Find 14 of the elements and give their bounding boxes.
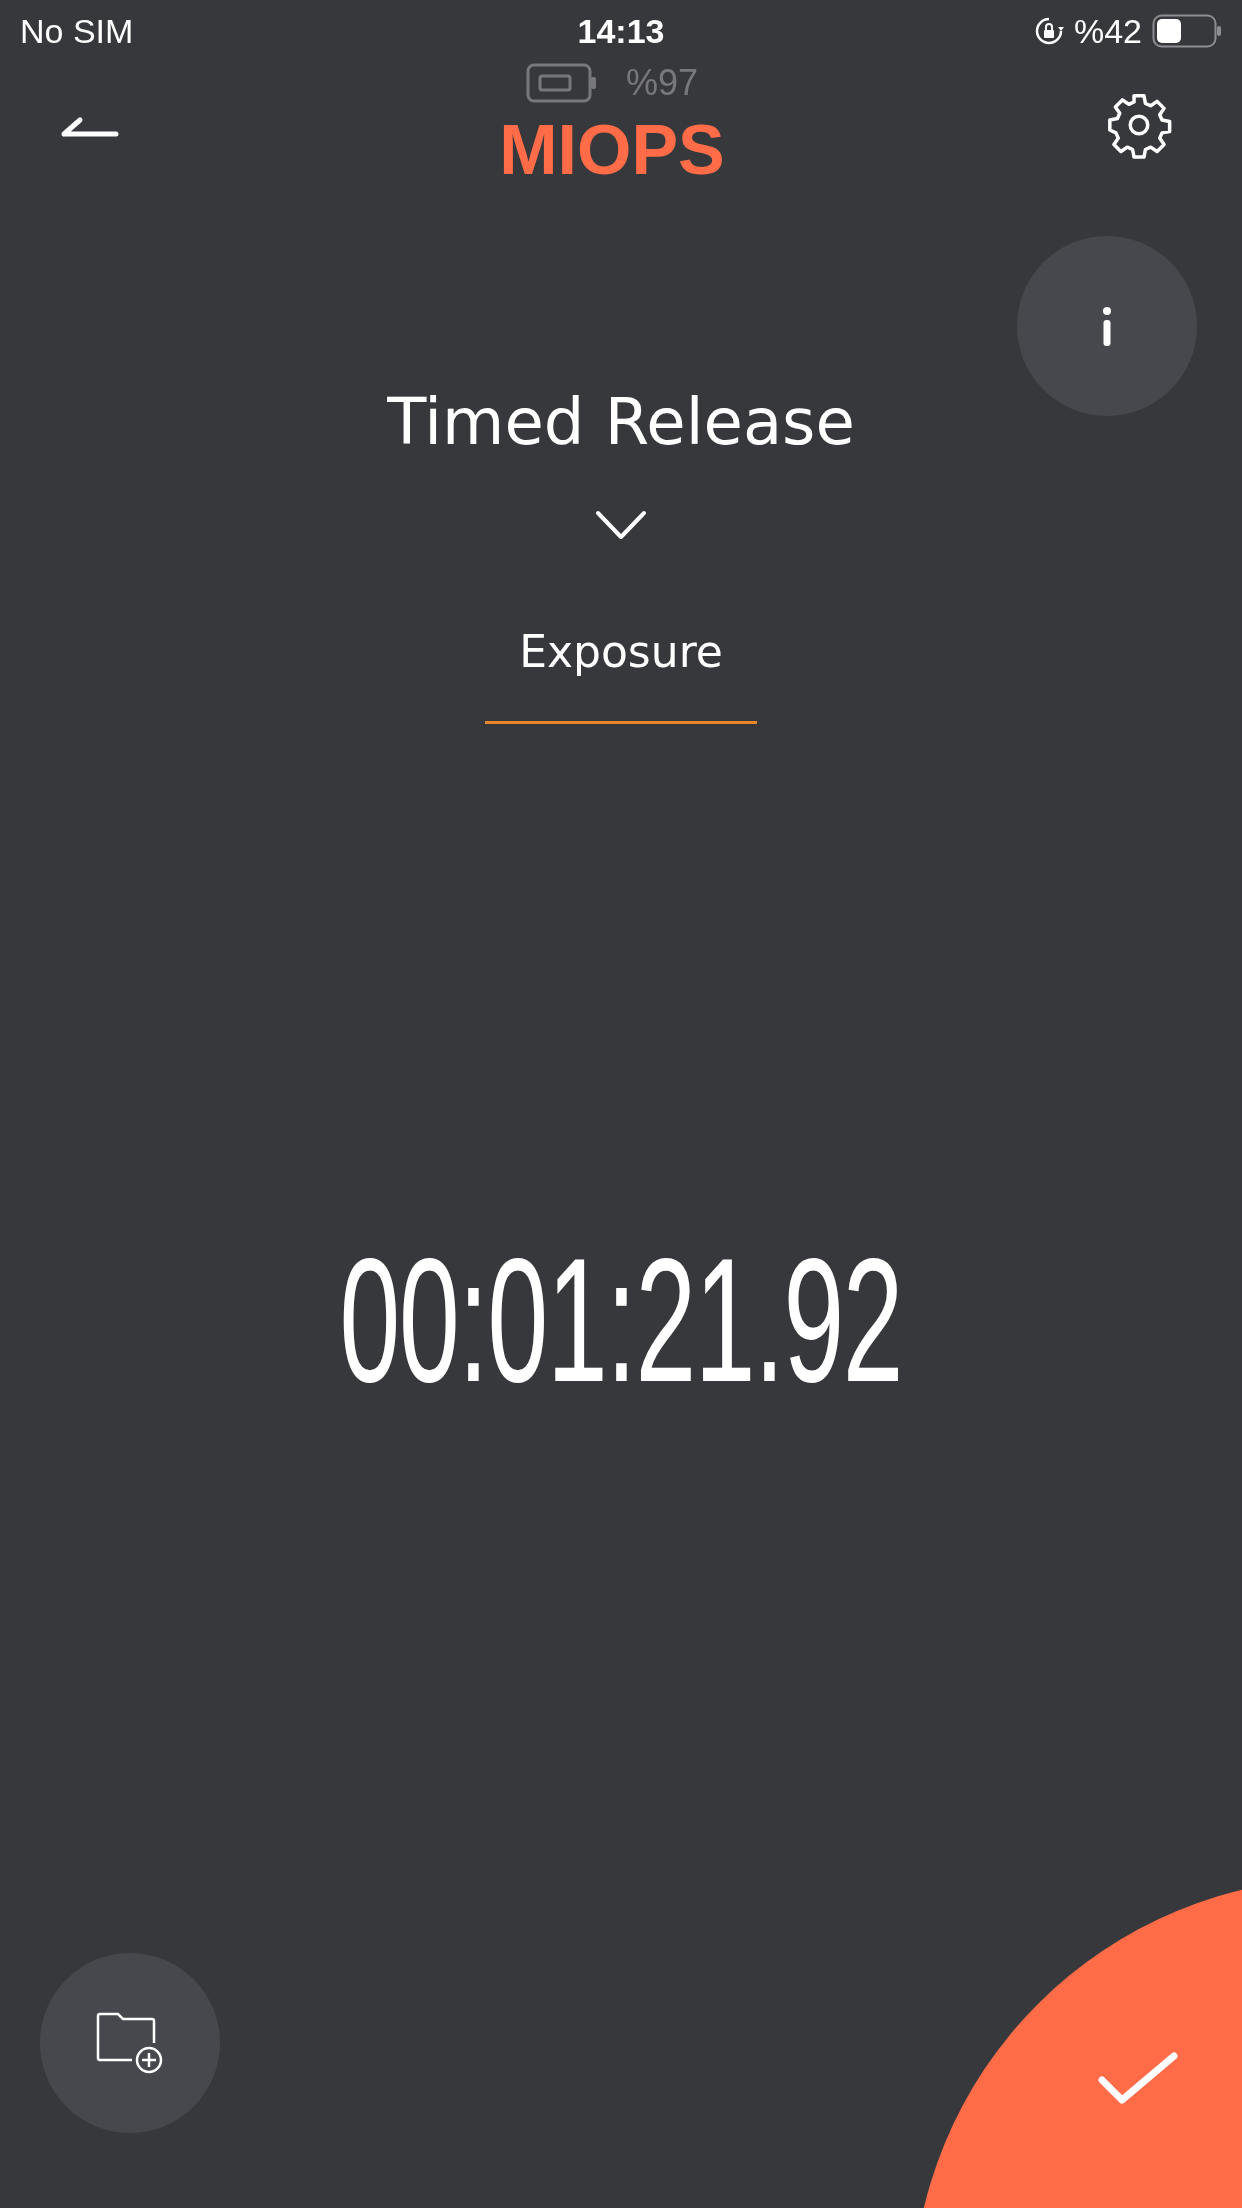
- battery-icon: [1152, 14, 1222, 48]
- exposure-tab[interactable]: Exposure: [485, 620, 757, 724]
- timer-value: 00:01:21.92: [339, 1230, 903, 1410]
- back-arrow-icon[interactable]: [60, 114, 120, 138]
- rotation-lock-icon: [1033, 16, 1064, 46]
- carrier-text: No SIM: [20, 11, 134, 51]
- chevron-down-icon[interactable]: [595, 510, 647, 540]
- device-battery-percentage: %97: [625, 62, 699, 104]
- info-icon: [1101, 306, 1113, 346]
- brand-logo: MIOPS: [499, 110, 725, 190]
- clock-time: 14:13: [577, 11, 665, 51]
- battery-percentage: %42: [1073, 11, 1142, 51]
- device-battery-icon: [525, 63, 598, 103]
- mode-title[interactable]: Timed Release: [387, 384, 855, 460]
